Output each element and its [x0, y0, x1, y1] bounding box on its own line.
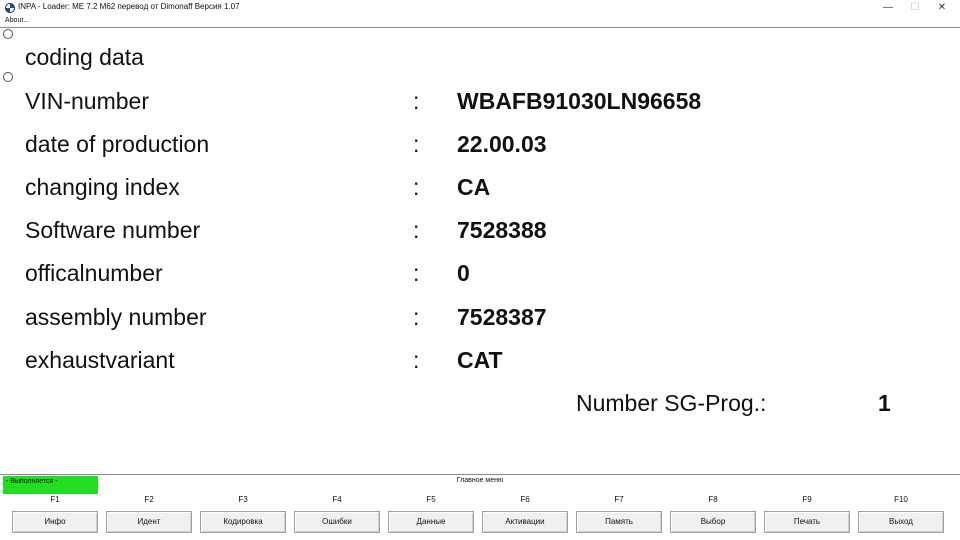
row-value: 7528388: [457, 217, 547, 243]
fkey-f4: F4 Ошибки: [294, 494, 380, 534]
row-value: WBAFB91030LN96658: [457, 88, 702, 114]
row-label: changing index: [25, 174, 180, 200]
row-value: CAT: [457, 347, 503, 373]
fkey-label: F8: [708, 495, 718, 504]
data-row-exhaust-variant: exhaustvariant : CAT: [0, 347, 960, 377]
row-label: VIN-number: [25, 88, 149, 114]
fkey-label: F5: [426, 495, 436, 504]
fkey-f3: F3 Кодировка: [200, 494, 286, 534]
inpa-window: INPA - Loader: ME 7.2 M62 перевод от Dim…: [0, 0, 960, 540]
fkey-label: F7: [614, 495, 624, 504]
row-value: CA: [457, 174, 491, 200]
row-colon: :: [413, 217, 420, 243]
sg-prog-value: 1: [878, 390, 891, 416]
activations-button[interactable]: Активации: [482, 511, 568, 533]
fkey-label: F6: [520, 495, 530, 504]
row-label: exhaustvariant: [25, 347, 175, 373]
row-label: assembly number: [25, 304, 207, 330]
data-row-assembly-number: assembly number : 7528387: [0, 304, 960, 334]
row-value: 22.00.03: [457, 131, 547, 157]
fkey-f8: F8 Выбор: [670, 494, 756, 534]
menu-item-about[interactable]: About...: [5, 17, 29, 24]
row-colon: :: [413, 88, 420, 114]
row-colon: :: [413, 304, 420, 330]
bmw-logo-icon: [5, 3, 15, 13]
fkey-f5: F5 Данные: [388, 494, 474, 534]
close-icon[interactable]: ✕: [930, 0, 954, 16]
fkey-f2: F2 Идент: [106, 494, 192, 534]
fkey-f1: F1 Инфо: [12, 494, 98, 534]
coding-button[interactable]: Кодировка: [200, 511, 286, 533]
errors-button[interactable]: Ошибки: [294, 511, 380, 533]
fkey-f9: F9 Печать: [764, 494, 850, 534]
ident-button[interactable]: Идент: [106, 511, 192, 533]
row-colon: :: [413, 347, 420, 373]
fkey-label: F3: [238, 495, 248, 504]
menu-title: Главное меню: [456, 477, 504, 484]
minimize-icon[interactable]: —: [876, 0, 900, 16]
fkey-f6: F6 Активации: [482, 494, 568, 534]
fkey-label: F10: [894, 495, 908, 504]
info-button[interactable]: Инфо: [12, 511, 98, 533]
maximize-icon[interactable]: ☐: [903, 0, 927, 16]
status-strip: - Выполняется - Главное меню: [0, 474, 960, 494]
row-label: date of production: [25, 131, 210, 157]
exit-button[interactable]: Выход: [858, 511, 944, 533]
row-label: officalnumber: [25, 260, 163, 286]
radio-button-1[interactable]: [3, 29, 13, 39]
row-value: 0: [457, 260, 470, 286]
select-button[interactable]: Выбор: [670, 511, 756, 533]
window-title: INPA - Loader: ME 7.2 M62 перевод от Dim…: [18, 2, 240, 11]
fkey-label: F4: [332, 495, 342, 504]
row-label: Software number: [25, 217, 201, 243]
fkey-label: F2: [144, 495, 154, 504]
title-bar: INPA - Loader: ME 7.2 M62 перевод от Dim…: [0, 0, 960, 16]
row-value: 7528387: [457, 304, 547, 330]
fkey-f7: F7 Память: [576, 494, 662, 534]
data-row-software-number: Software number : 7528388: [0, 217, 960, 247]
section-heading: coding data: [25, 44, 144, 70]
fkey-f10: F10 Выход: [858, 494, 944, 534]
memory-button[interactable]: Память: [576, 511, 662, 533]
row-colon: :: [413, 131, 420, 157]
fkey-label: F1: [50, 495, 60, 504]
fkey-label: F9: [802, 495, 812, 504]
sg-prog-label: Number SG-Prog.:: [576, 390, 767, 416]
radio-button-2[interactable]: [3, 72, 13, 82]
row-colon: :: [413, 174, 420, 200]
data-row-changing-index: changing index : CA: [0, 174, 960, 204]
function-key-bar: F1 Инфо F2 Идент F3 Кодировка F4 Ошибки …: [0, 494, 960, 540]
status-running-badge: - Выполняется -: [3, 476, 98, 494]
data-row-date-of-production: date of production : 22.00.03: [0, 131, 960, 161]
row-colon: :: [413, 260, 420, 286]
menu-bar: About...: [0, 16, 960, 28]
data-row-official-number: officalnumber : 0: [0, 260, 960, 290]
print-button[interactable]: Печать: [764, 511, 850, 533]
data-button[interactable]: Данные: [388, 511, 474, 533]
data-row-vin: VIN-number : WBAFB91030LN96658: [0, 88, 960, 118]
